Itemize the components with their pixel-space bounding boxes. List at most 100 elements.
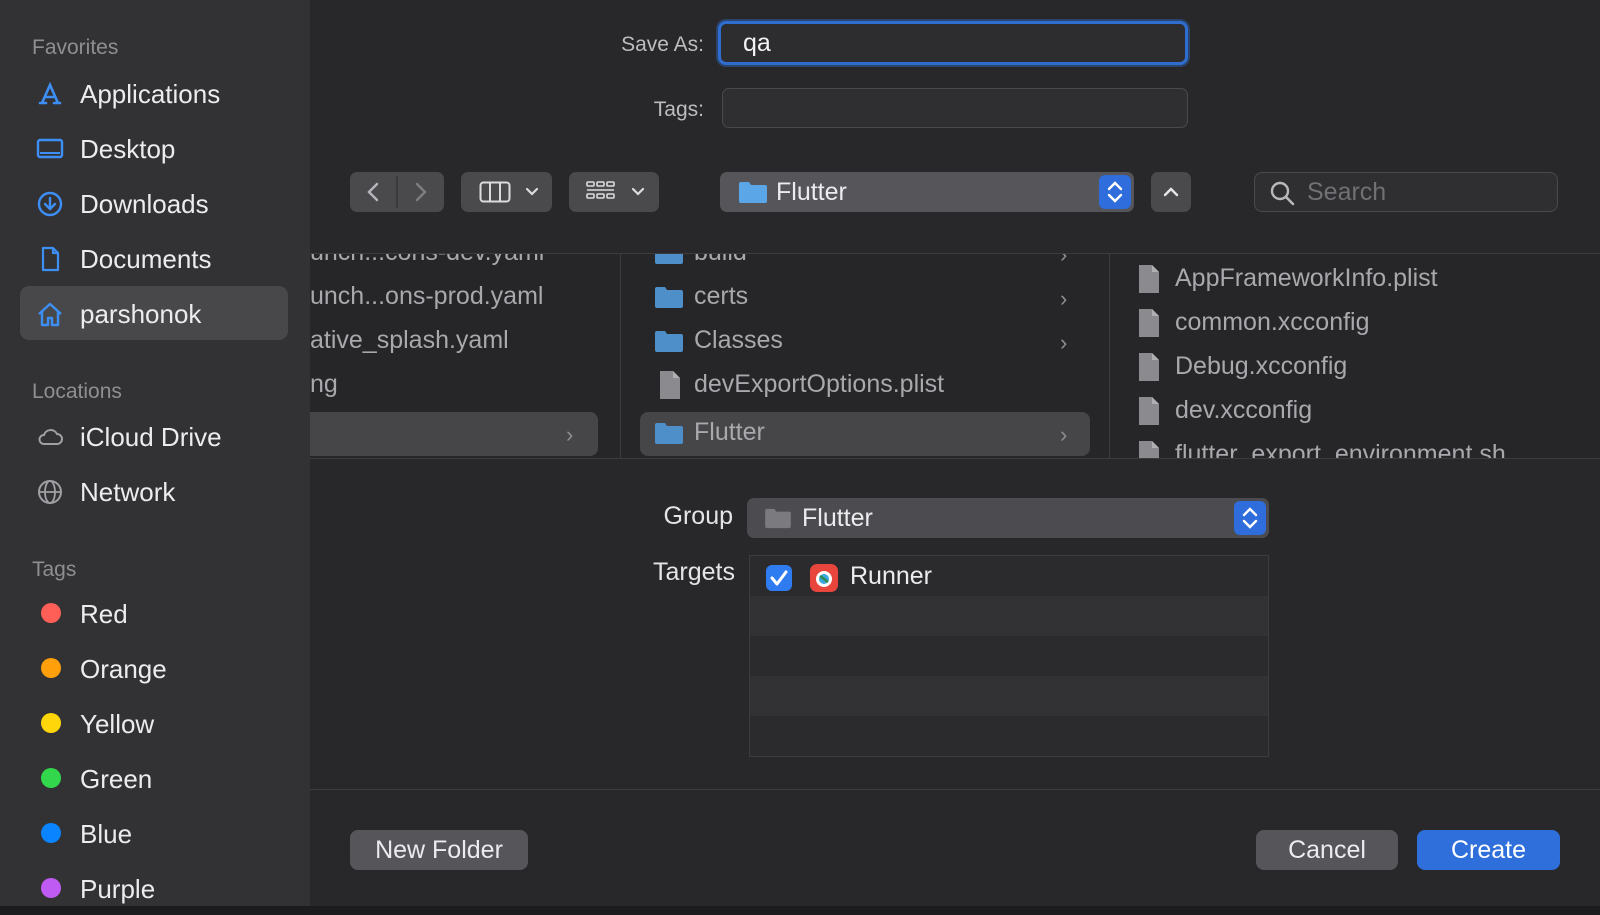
back-forward-control [350, 172, 444, 212]
blue-tag-dot-icon [41, 823, 61, 843]
group-popup-label: Flutter [802, 504, 873, 532]
forward-button[interactable] [398, 172, 444, 212]
plist-file-icon [1139, 265, 1159, 293]
applications-icon [36, 80, 64, 108]
runner-checkbox[interactable] [766, 565, 792, 591]
search-icon [1270, 181, 1295, 206]
list-item-dev-xcconfig[interactable]: dev.xcconfig [1135, 390, 1595, 434]
folder-icon [765, 508, 791, 529]
save-as-input[interactable]: qa [718, 21, 1188, 65]
chevron-right-icon: › [1060, 330, 1068, 355]
sidebar-item-label: Network [80, 477, 176, 507]
chevron-left-icon [367, 182, 379, 202]
file-icon [1139, 353, 1159, 381]
checkmark-icon [770, 570, 788, 586]
sidebar-tag-blue[interactable]: Blue [20, 806, 288, 860]
sidebar-item-parshonok[interactable]: parshonok [20, 286, 288, 340]
save-as-label: Save As: [621, 33, 704, 56]
list-item[interactable]: unch...ons-prod.yaml [310, 276, 610, 320]
location-popup-label: Flutter [776, 178, 847, 206]
sidebar-item-applications[interactable]: Applications [20, 66, 288, 120]
sidebar-item-documents[interactable]: Documents [20, 231, 288, 285]
cloud-icon [36, 423, 64, 451]
group-by-button[interactable] [569, 172, 659, 212]
search-input[interactable]: Search [1254, 172, 1558, 212]
orange-tag-dot-icon [41, 658, 61, 678]
search-placeholder: Search [1307, 178, 1387, 206]
sidebar-tag-red[interactable]: Red [20, 586, 288, 640]
list-item[interactable]: ative_splash.yaml [310, 320, 610, 364]
chevron-up-icon [1163, 187, 1179, 197]
columns-view-icon [479, 181, 511, 203]
list-item-certs[interactable]: certs › [640, 276, 1090, 320]
sidebar: Favorites Applications Desktop Downloads… [0, 0, 310, 906]
sidebar-tag-green[interactable]: Green [20, 751, 288, 805]
target-row-runner[interactable]: Runner [750, 556, 1268, 596]
locations-heading: Locations [32, 380, 122, 403]
chevron-right-icon [415, 182, 427, 202]
list-item-devexportoptions[interactable]: devExportOptions.plist [640, 364, 1090, 408]
column-browser: unch...cons-dev.yaml unch...ons-prod.yam… [310, 254, 1600, 458]
folder-icon [655, 254, 683, 264]
cancel-button[interactable]: Cancel [1256, 830, 1398, 870]
sidebar-item-label: Purple [80, 874, 156, 904]
list-item-debug-xcconfig[interactable]: Debug.xcconfig [1135, 346, 1595, 390]
sidebar-item-label: iCloud Drive [80, 422, 222, 452]
list-item-appframeworkinfo[interactable]: AppFrameworkInfo.plist [1135, 258, 1595, 302]
sidebar-item-label: Orange [80, 654, 167, 684]
chevron-right-icon: › [1060, 286, 1068, 311]
tags-heading: Tags [32, 558, 77, 581]
sidebar-item-label: parshonok [80, 299, 202, 329]
back-button[interactable] [350, 172, 396, 212]
sidebar-item-network[interactable]: Network [20, 464, 288, 518]
list-item-common-xcconfig[interactable]: common.xcconfig [1135, 302, 1595, 346]
list-item[interactable]: ng [310, 364, 610, 408]
list-item-build[interactable]: build › [640, 254, 1090, 276]
save-dialog: Favorites Applications Desktop Downloads… [0, 0, 1600, 906]
list-item-flutter[interactable]: Flutter › [640, 412, 1090, 456]
yellow-tag-dot-icon [41, 713, 61, 733]
group-popup[interactable]: Flutter [747, 498, 1269, 538]
runner-app-icon [810, 564, 838, 592]
location-popup[interactable]: Flutter [720, 172, 1134, 212]
expand-collapse-button[interactable] [1151, 172, 1191, 212]
sidebar-item-desktop[interactable]: Desktop [20, 121, 288, 175]
folder-icon [655, 331, 683, 352]
file-icon [1139, 397, 1159, 425]
sidebar-item-downloads[interactable]: Downloads [20, 176, 288, 230]
tags-input[interactable] [722, 88, 1188, 128]
home-icon [36, 300, 64, 328]
sidebar-tag-yellow[interactable]: Yellow [20, 696, 288, 750]
targets-label: Targets [653, 558, 735, 586]
list-item[interactable]: unch...cons-dev.yaml [310, 254, 610, 276]
sidebar-item-label: Green [80, 764, 153, 794]
folder-icon [655, 287, 683, 308]
documents-icon [36, 245, 64, 273]
new-folder-button[interactable]: New Folder [350, 830, 528, 870]
plist-file-icon [660, 371, 680, 399]
create-button[interactable]: Create [1417, 830, 1560, 870]
folder-icon [655, 423, 683, 444]
sidebar-tag-orange[interactable]: Orange [20, 641, 288, 695]
updown-stepper-icon [1099, 175, 1131, 209]
sidebar-item-label: Documents [80, 244, 212, 274]
downloads-icon [36, 190, 64, 218]
target-label: Runner [850, 562, 932, 590]
sidebar-tag-purple[interactable]: Purple [20, 861, 288, 915]
green-tag-dot-icon [41, 768, 61, 788]
sidebar-item-icloud-drive[interactable]: iCloud Drive [20, 409, 288, 463]
sidebar-item-label: Red [80, 599, 128, 629]
sidebar-item-label: Applications [80, 79, 221, 109]
group-label: Group [663, 502, 733, 530]
targets-list: Runner [749, 555, 1269, 757]
list-item-classes[interactable]: Classes › [640, 320, 1090, 364]
file-icon [1139, 441, 1159, 458]
list-item-flutter-export-environment[interactable]: flutter_export_environment.sh [1135, 434, 1595, 458]
favorites-heading: Favorites [32, 36, 119, 59]
grid-icon [586, 181, 615, 199]
sidebar-item-label: Blue [80, 819, 133, 849]
list-item-selected[interactable]: › [310, 412, 598, 456]
sidebar-item-label: Downloads [80, 189, 209, 219]
tags-label: Tags: [653, 98, 704, 121]
view-mode-button[interactable] [461, 172, 552, 212]
